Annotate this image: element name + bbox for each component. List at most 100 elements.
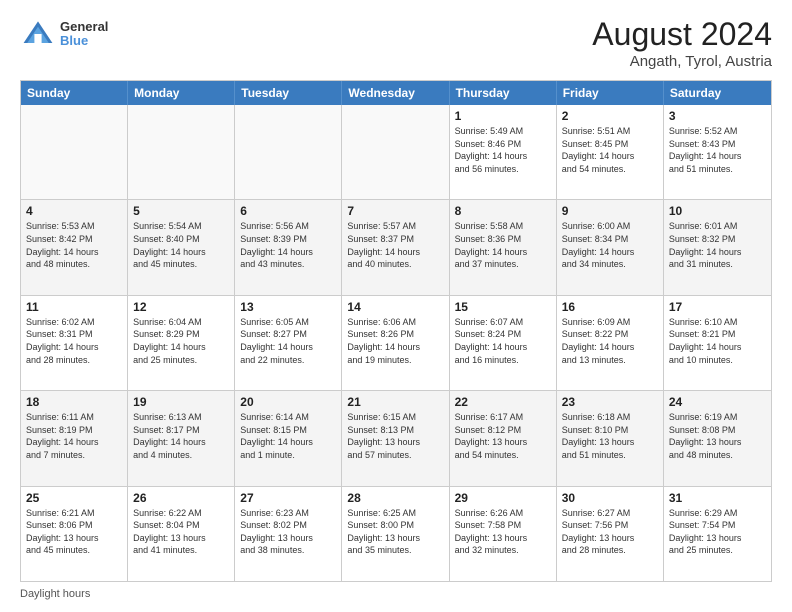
- calendar-row: 25Sunrise: 6:21 AM Sunset: 8:06 PM Dayli…: [21, 486, 771, 581]
- day-cell: 2 Sunrise: 5:51 AM Sunset: 8:45 PM Daylig…: [557, 105, 664, 199]
- day-number: 15: [455, 300, 551, 314]
- day-info: Sunrise: 6:14 AM Sunset: 8:15 PM Dayligh…: [240, 411, 336, 461]
- day-info: Sunrise: 5:54 AM Sunset: 8:40 PM Dayligh…: [133, 220, 229, 270]
- day-info: Sunrise: 5:51 AM Sunset: 8:45 PM Dayligh…: [562, 125, 658, 175]
- day-number: 8: [455, 204, 551, 218]
- logo-text: General Blue: [60, 20, 108, 49]
- day-cell: 31Sunrise: 6:29 AM Sunset: 7:54 PM Dayli…: [664, 487, 771, 581]
- day-cell: 29Sunrise: 6:26 AM Sunset: 7:58 PM Dayli…: [450, 487, 557, 581]
- day-cell: 25Sunrise: 6:21 AM Sunset: 8:06 PM Dayli…: [21, 487, 128, 581]
- page: General Blue August 2024 Angath, Tyrol, …: [0, 0, 792, 612]
- day-info: Sunrise: 6:19 AM Sunset: 8:08 PM Dayligh…: [669, 411, 766, 461]
- day-number: 19: [133, 395, 229, 409]
- day-info: Sunrise: 6:15 AM Sunset: 8:13 PM Dayligh…: [347, 411, 443, 461]
- logo-line2: Blue: [60, 34, 108, 48]
- day-info: Sunrise: 5:52 AM Sunset: 8:43 PM Dayligh…: [669, 125, 766, 175]
- day-cell: 5 Sunrise: 5:54 AM Sunset: 8:40 PM Daylig…: [128, 200, 235, 294]
- day-cell: 26Sunrise: 6:22 AM Sunset: 8:04 PM Dayli…: [128, 487, 235, 581]
- day-number: 22: [455, 395, 551, 409]
- day-info: Sunrise: 5:57 AM Sunset: 8:37 PM Dayligh…: [347, 220, 443, 270]
- day-number: 18: [26, 395, 122, 409]
- day-info: Sunrise: 5:56 AM Sunset: 8:39 PM Dayligh…: [240, 220, 336, 270]
- day-info: Sunrise: 6:05 AM Sunset: 8:27 PM Dayligh…: [240, 316, 336, 366]
- day-cell: 28 Sunrise: 6:25 AM Sunset: 8:00 PM Dayli…: [342, 487, 449, 581]
- calendar-header-cell: Friday: [557, 81, 664, 105]
- empty-cell: [235, 105, 342, 199]
- day-cell: 15Sunrise: 6:07 AM Sunset: 8:24 PM Dayli…: [450, 296, 557, 390]
- day-cell: 16 Sunrise: 6:09 AM Sunset: 8:22 PM Dayli…: [557, 296, 664, 390]
- day-info: Sunrise: 6:18 AM Sunset: 8:10 PM Dayligh…: [562, 411, 658, 461]
- day-info: Sunrise: 6:06 AM Sunset: 8:26 PM Dayligh…: [347, 316, 443, 366]
- calendar-header-cell: Sunday: [21, 81, 128, 105]
- day-number: 5: [133, 204, 229, 218]
- day-info: Sunrise: 6:23 AM Sunset: 8:02 PM Dayligh…: [240, 507, 336, 557]
- day-cell: 13 Sunrise: 6:05 AM Sunset: 8:27 PM Dayli…: [235, 296, 342, 390]
- day-cell: 30Sunrise: 6:27 AM Sunset: 7:56 PM Dayli…: [557, 487, 664, 581]
- calendar-header-cell: Monday: [128, 81, 235, 105]
- day-cell: 18 Sunrise: 6:11 AM Sunset: 8:19 PM Dayli…: [21, 391, 128, 485]
- day-info: Sunrise: 6:01 AM Sunset: 8:32 PM Dayligh…: [669, 220, 766, 270]
- calendar-subtitle: Angath, Tyrol, Austria: [592, 53, 772, 70]
- day-cell: 21Sunrise: 6:15 AM Sunset: 8:13 PM Dayli…: [342, 391, 449, 485]
- day-number: 4: [26, 204, 122, 218]
- day-number: 7: [347, 204, 443, 218]
- day-number: 11: [26, 300, 122, 314]
- day-info: Sunrise: 5:53 AM Sunset: 8:42 PM Dayligh…: [26, 220, 122, 270]
- day-cell: 7 Sunrise: 5:57 AM Sunset: 8:37 PM Daylig…: [342, 200, 449, 294]
- day-cell: 1Sunrise: 5:49 AM Sunset: 8:46 PM Daylig…: [450, 105, 557, 199]
- day-number: 28: [347, 491, 443, 505]
- day-number: 2: [562, 109, 658, 123]
- empty-cell: [21, 105, 128, 199]
- logo: General Blue: [20, 16, 108, 52]
- day-number: 23: [562, 395, 658, 409]
- footer: Daylight hours: [20, 588, 772, 600]
- day-cell: 14 Sunrise: 6:06 AM Sunset: 8:26 PM Dayli…: [342, 296, 449, 390]
- calendar-title: August 2024: [592, 16, 772, 53]
- calendar-body: 1Sunrise: 5:49 AM Sunset: 8:46 PM Daylig…: [21, 105, 771, 581]
- day-number: 20: [240, 395, 336, 409]
- calendar-header-row: SundayMondayTuesdayWednesdayThursdayFrid…: [21, 81, 771, 105]
- day-cell: 4 Sunrise: 5:53 AM Sunset: 8:42 PM Daylig…: [21, 200, 128, 294]
- day-number: 26: [133, 491, 229, 505]
- day-cell: 20 Sunrise: 6:14 AM Sunset: 8:15 PM Dayli…: [235, 391, 342, 485]
- day-cell: 12 Sunrise: 6:04 AM Sunset: 8:29 PM Dayli…: [128, 296, 235, 390]
- day-info: Sunrise: 6:29 AM Sunset: 7:54 PM Dayligh…: [669, 507, 766, 557]
- day-cell: 23 Sunrise: 6:18 AM Sunset: 8:10 PM Dayli…: [557, 391, 664, 485]
- day-info: Sunrise: 6:11 AM Sunset: 8:19 PM Dayligh…: [26, 411, 122, 461]
- day-cell: 8 Sunrise: 5:58 AM Sunset: 8:36 PM Daylig…: [450, 200, 557, 294]
- day-number: 14: [347, 300, 443, 314]
- day-number: 9: [562, 204, 658, 218]
- day-number: 3: [669, 109, 766, 123]
- day-info: Sunrise: 6:17 AM Sunset: 8:12 PM Dayligh…: [455, 411, 551, 461]
- day-cell: 22 Sunrise: 6:17 AM Sunset: 8:12 PM Dayli…: [450, 391, 557, 485]
- calendar-row: 1Sunrise: 5:49 AM Sunset: 8:46 PM Daylig…: [21, 105, 771, 199]
- calendar-row: 11 Sunrise: 6:02 AM Sunset: 8:31 PM Dayli…: [21, 295, 771, 390]
- day-number: 6: [240, 204, 336, 218]
- day-info: Sunrise: 5:58 AM Sunset: 8:36 PM Dayligh…: [455, 220, 551, 270]
- day-number: 13: [240, 300, 336, 314]
- calendar: SundayMondayTuesdayWednesdayThursdayFrid…: [20, 80, 772, 582]
- day-cell: 19 Sunrise: 6:13 AM Sunset: 8:17 PM Dayli…: [128, 391, 235, 485]
- day-info: Sunrise: 6:00 AM Sunset: 8:34 PM Dayligh…: [562, 220, 658, 270]
- calendar-row: 18 Sunrise: 6:11 AM Sunset: 8:19 PM Dayli…: [21, 390, 771, 485]
- logo-line1: General: [60, 20, 108, 34]
- day-cell: 27Sunrise: 6:23 AM Sunset: 8:02 PM Dayli…: [235, 487, 342, 581]
- day-number: 16: [562, 300, 658, 314]
- day-number: 30: [562, 491, 658, 505]
- day-info: Sunrise: 6:04 AM Sunset: 8:29 PM Dayligh…: [133, 316, 229, 366]
- day-number: 17: [669, 300, 766, 314]
- day-info: Sunrise: 6:02 AM Sunset: 8:31 PM Dayligh…: [26, 316, 122, 366]
- day-number: 29: [455, 491, 551, 505]
- day-cell: 24Sunrise: 6:19 AM Sunset: 8:08 PM Dayli…: [664, 391, 771, 485]
- empty-cell: [128, 105, 235, 199]
- day-info: Sunrise: 6:10 AM Sunset: 8:21 PM Dayligh…: [669, 316, 766, 366]
- day-info: Sunrise: 6:25 AM Sunset: 8:00 PM Dayligh…: [347, 507, 443, 557]
- day-info: Sunrise: 6:09 AM Sunset: 8:22 PM Dayligh…: [562, 316, 658, 366]
- calendar-header-cell: Thursday: [450, 81, 557, 105]
- day-info: Sunrise: 6:13 AM Sunset: 8:17 PM Dayligh…: [133, 411, 229, 461]
- calendar-header-cell: Wednesday: [342, 81, 449, 105]
- footer-label: Daylight hours: [20, 588, 90, 600]
- day-number: 12: [133, 300, 229, 314]
- calendar-header-cell: Saturday: [664, 81, 771, 105]
- day-cell: 11 Sunrise: 6:02 AM Sunset: 8:31 PM Dayli…: [21, 296, 128, 390]
